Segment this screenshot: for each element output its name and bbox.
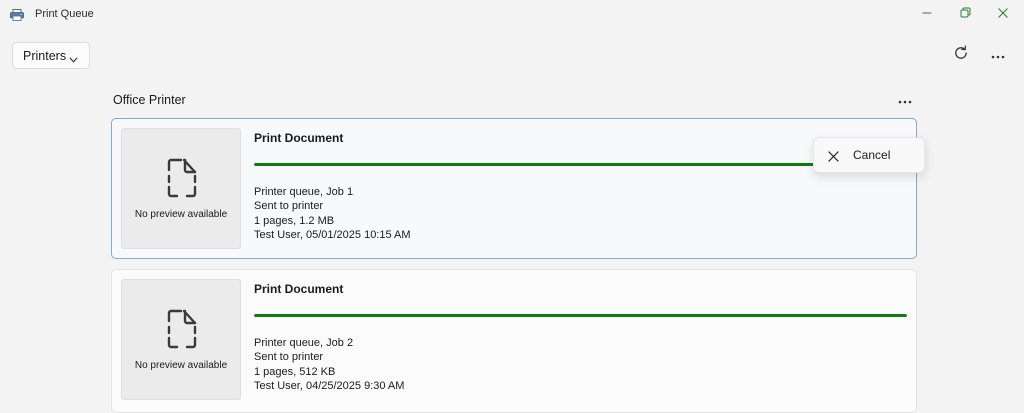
print-job-card[interactable]: No preview available Print Document Prin… bbox=[111, 118, 917, 259]
more-options-button[interactable] bbox=[986, 44, 1010, 66]
printer-icon bbox=[10, 8, 24, 21]
window-title: Print Queue bbox=[35, 8, 94, 20]
job-status: Sent to printer bbox=[254, 351, 324, 364]
job-details: 1 pages, 512 KB bbox=[254, 365, 336, 378]
job-queue-line: Printer queue, Job 2 bbox=[254, 337, 354, 349]
cancel-menu-item[interactable]: Cancel bbox=[818, 142, 920, 168]
job-details: 1 pages, 1.2 MB bbox=[254, 214, 335, 227]
restore-icon bbox=[960, 5, 971, 23]
job-title: Print Document bbox=[254, 131, 344, 145]
restore-button[interactable] bbox=[953, 4, 977, 24]
close-button[interactable] bbox=[991, 4, 1015, 24]
job-progress-fill bbox=[254, 163, 907, 166]
minimize-button[interactable] bbox=[915, 4, 939, 24]
print-job-card[interactable]: No preview available Print Document Prin… bbox=[111, 269, 917, 413]
job-context-menu: Cancel bbox=[813, 137, 925, 173]
job-title: Print Document bbox=[254, 282, 344, 296]
cancel-label: Cancel bbox=[853, 148, 891, 162]
job-preview: No preview available bbox=[121, 279, 241, 400]
printers-dropdown[interactable]: Printers bbox=[12, 42, 90, 69]
job-owner-time: Test User, 05/01/2025 10:15 AM bbox=[254, 228, 411, 241]
no-preview-text: No preview available bbox=[134, 209, 228, 220]
more-icon bbox=[991, 46, 1005, 64]
more-icon bbox=[898, 91, 912, 109]
job-progress-bar bbox=[254, 163, 907, 166]
job-preview: No preview available bbox=[121, 128, 241, 249]
job-progress-bar bbox=[254, 314, 907, 317]
refresh-button[interactable] bbox=[949, 44, 973, 66]
minimize-icon bbox=[922, 5, 932, 23]
job-progress-fill bbox=[254, 314, 907, 317]
job-owner-time: Test User, 04/25/2025 9:30 AM bbox=[254, 379, 405, 392]
job-info: Printer queue, Job 1 Sent to printer 1 p… bbox=[254, 185, 411, 242]
close-icon bbox=[998, 5, 1008, 23]
printers-label: Printers bbox=[23, 48, 67, 63]
job-info: Printer queue, Job 2 Sent to printer 1 p… bbox=[254, 336, 404, 393]
job-queue-line: Printer queue, Job 1 bbox=[254, 186, 354, 198]
refresh-icon bbox=[953, 45, 969, 66]
document-icon bbox=[167, 158, 197, 203]
close-icon bbox=[828, 149, 839, 167]
document-icon bbox=[167, 309, 197, 354]
job-status: Sent to printer bbox=[254, 200, 324, 213]
printer-section-title: Office Printer bbox=[113, 93, 186, 107]
printer-more-button[interactable] bbox=[893, 90, 917, 110]
title-bar: Print Queue bbox=[0, 0, 1024, 28]
chevron-down-icon bbox=[69, 52, 78, 66]
no-preview-text: No preview available bbox=[134, 360, 228, 371]
